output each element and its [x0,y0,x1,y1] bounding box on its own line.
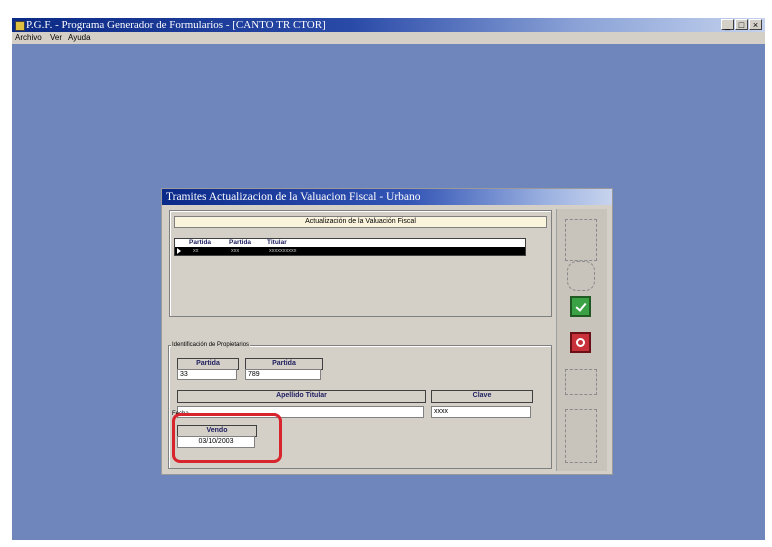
partida-input[interactable]: 33 [177,369,237,380]
list-panel: Actualización de la Valuación Fiscal Par… [169,210,552,317]
app-icon [15,21,25,31]
column-header-partida[interactable]: Partida [189,239,211,247]
row-cell-titular: xxxxxxxxxx [269,248,297,254]
app-title: P.G.F. - Programa Generador de Formulari… [26,19,326,31]
table-row[interactable]: xx xxx xxxxxxxxxx [175,247,525,255]
window-controls: _ □ × [721,19,762,30]
decorative-swirl-icon [567,261,595,291]
column-header-partida-2[interactable]: Partida [229,239,251,247]
row-indicator-icon [177,248,181,254]
decorative-corner-icon [565,219,597,261]
clave-input[interactable]: xxxx [431,406,531,418]
menu-ver[interactable]: Ver [50,32,62,44]
partida-input-2[interactable]: 789 [245,369,321,380]
group-label: Identificación de Propietarios [171,341,251,349]
partidas-grid[interactable]: Partida Partida Titular xx xxx xxxxxxxxx… [174,238,526,256]
annotation-highlight [172,413,282,463]
action-sidebar [556,209,607,471]
app-titlebar[interactable]: P.G.F. - Programa Generador de Formulari… [12,18,765,32]
column-header-titular[interactable]: Titular [267,239,287,247]
apellido-titular-label: Apellido Titular [177,390,426,403]
decorative-frame-icon [565,369,597,395]
dialog-title: Tramites Actualizacion de la Valuacion F… [166,191,421,203]
accept-button[interactable] [570,296,591,317]
maximize-button[interactable]: □ [735,19,748,30]
menu-ayuda[interactable]: Ayuda [68,32,91,44]
form-header: Actualización de la Valuación Fiscal [174,216,547,228]
row-cell-partida-2: xxx [231,248,240,254]
clave-label: Clave [431,390,533,403]
minimize-button[interactable]: _ [721,19,734,30]
decorative-bracket-icon [565,409,597,463]
close-button[interactable]: × [749,19,762,30]
menu-bar: Archivo Ver Ayuda [12,32,765,44]
menu-archivo[interactable]: Archivo [15,32,42,44]
row-cell-partida: xx [193,248,199,254]
dialog-titlebar[interactable]: Tramites Actualizacion de la Valuacion F… [162,189,612,205]
cancel-button[interactable] [570,332,591,353]
